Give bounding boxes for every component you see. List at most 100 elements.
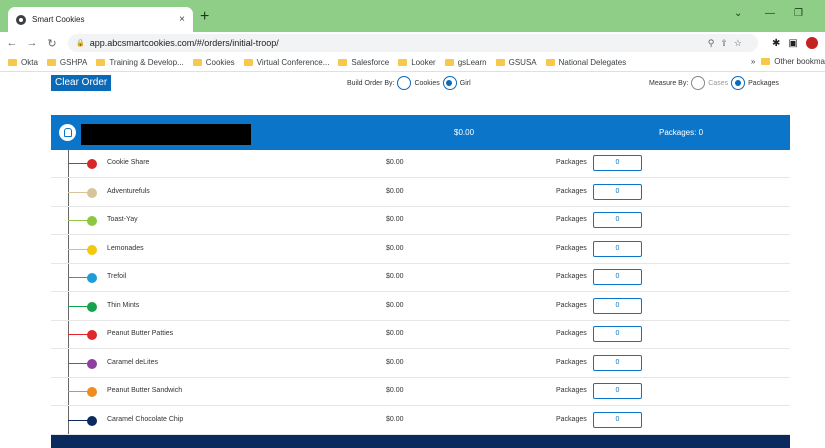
cookie-color-dot-icon xyxy=(87,187,97,198)
back-icon[interactable]: ← xyxy=(4,37,20,49)
folder-icon xyxy=(243,59,253,66)
bookmark-virtual-conference[interactable]: Virtual Conference... xyxy=(243,58,329,67)
packages-label: Packages xyxy=(556,244,587,252)
packages-quantity-input[interactable]: 0 xyxy=(593,383,642,399)
zoom-icon[interactable]: ⚲ xyxy=(708,38,721,48)
browser-toolbar: ✱ ▣ xyxy=(772,37,818,49)
cookie-color-dot-icon xyxy=(87,216,97,226)
bookmark-gshpa[interactable]: GSHPA xyxy=(46,58,87,67)
packages-label: Packages xyxy=(556,387,587,394)
packages-quantity-input[interactable]: 0 xyxy=(593,240,642,257)
cookie-price: $0.00 xyxy=(386,358,404,366)
bookmark-salesforce[interactable]: Salesforce xyxy=(338,58,389,67)
packages-label: Packages xyxy=(556,159,587,166)
cookie-name: Thin Mints xyxy=(107,301,140,309)
packages-quantity-input[interactable]: 0 xyxy=(593,411,642,428)
cookie-color-dot-icon xyxy=(87,244,97,255)
packages-quantity-input[interactable]: 0 xyxy=(593,326,642,342)
packages-quantity-input[interactable]: 0 xyxy=(593,183,642,200)
cookie-row: Trefoil $0.00 Packages 0 xyxy=(51,264,790,292)
minimize-icon[interactable]: — xyxy=(765,8,775,19)
cookie-color-dot-icon xyxy=(87,273,97,283)
troop-total: $0.00 xyxy=(454,128,475,137)
profile-avatar-icon[interactable] xyxy=(805,37,818,49)
cookie-color-dot-icon xyxy=(87,159,97,169)
side-panel-icon[interactable]: ▣ xyxy=(788,38,797,49)
row-connector xyxy=(68,391,88,392)
totals-footer-bar xyxy=(51,435,790,448)
build-by-girl-radio[interactable] xyxy=(442,76,457,90)
packages-quantity-input[interactable]: 0 xyxy=(593,269,642,285)
cookie-row: Lemonades $0.00 Packages 0 xyxy=(51,236,790,264)
extensions-icon[interactable]: ✱ xyxy=(772,38,780,49)
troop-header[interactable]: $0.00 Packages: 0 ︿ xyxy=(51,115,805,150)
cookie-color-dot-icon xyxy=(87,415,97,426)
folder-icon xyxy=(8,59,17,66)
cookie-price: $0.00 xyxy=(386,273,404,280)
cookie-color-dot-icon xyxy=(87,301,97,312)
build-order-by-label: Build Order By: xyxy=(347,79,395,87)
bookmark-cookies[interactable]: Cookies xyxy=(192,58,235,67)
cookie-name: Toast-Yay xyxy=(107,216,138,223)
folder-icon xyxy=(338,59,348,66)
omnibox-actions: ⚲⇪☆ xyxy=(708,38,748,49)
cookie-name: Caramel deLites xyxy=(107,358,158,366)
restore-icon[interactable]: ❐ xyxy=(794,8,803,19)
chevron-up-icon[interactable]: ︿ xyxy=(793,123,805,140)
cookie-name: Adventurefuls xyxy=(107,187,150,195)
cookie-name: Peanut Butter Patties xyxy=(107,330,174,337)
build-order-by-group: Build Order By: Cookies Girl xyxy=(347,76,471,90)
reload-icon[interactable]: ↻ xyxy=(44,37,60,50)
packages-quantity-input[interactable]: 0 xyxy=(593,212,642,228)
bookmark-looker[interactable]: Looker xyxy=(398,58,436,67)
browser-tab[interactable]: Smart Cookies × xyxy=(8,7,193,32)
build-by-cookies-radio[interactable] xyxy=(397,76,412,90)
cookie-row: Caramel Chocolate Chip $0.00 Packages 0 xyxy=(51,407,790,435)
cookie-row: Peanut Butter Sandwich $0.00 Packages 0 xyxy=(51,378,790,406)
row-connector xyxy=(68,220,88,221)
bookmark-other[interactable]: Other bookma xyxy=(761,57,825,66)
packages-quantity-input[interactable]: 0 xyxy=(593,297,642,314)
cookie-price: $0.00 xyxy=(386,387,404,394)
packages-quantity-input[interactable]: 0 xyxy=(593,354,642,371)
cookie-name: Lemonades xyxy=(107,244,144,252)
row-connector xyxy=(68,191,88,193)
bookmark-star-icon[interactable]: ☆ xyxy=(734,38,748,48)
row-connector xyxy=(68,419,88,421)
bookmarks-overflow: » Other bookma xyxy=(746,57,825,66)
url-field[interactable]: 🔒 app.abcsmartcookies.com/#/orders/initi… xyxy=(68,34,758,52)
folder-icon xyxy=(761,58,771,65)
measure-by-label: Measure By: xyxy=(649,79,689,87)
clear-order-button[interactable]: Clear Order xyxy=(51,75,112,91)
cookie-row: Adventurefuls $0.00 Packages 0 xyxy=(51,179,790,207)
packages-quantity-input[interactable]: 0 xyxy=(593,155,642,171)
bookmark-gslearn[interactable]: gsLearn xyxy=(444,58,487,67)
packages-label: Packages xyxy=(556,330,587,337)
cookie-row: Cookie Share $0.00 Packages 0 xyxy=(51,150,790,178)
bookmarks-more-icon[interactable]: » xyxy=(751,57,755,66)
forward-icon[interactable]: → xyxy=(24,37,40,49)
tab-search-chevron-icon[interactable]: ⌄ xyxy=(734,8,742,19)
share-icon[interactable]: ⇪ xyxy=(720,38,734,48)
cookie-name: Cookie Share xyxy=(107,159,150,166)
bookmark-gsusa[interactable]: GSUSA xyxy=(495,58,537,67)
cookie-name: Peanut Butter Sandwich xyxy=(107,387,183,394)
new-tab-button[interactable]: + xyxy=(200,9,209,25)
measure-cases-radio[interactable] xyxy=(691,76,706,90)
build-by-girl-label: Girl xyxy=(459,79,471,87)
bookmark-okta[interactable]: Okta xyxy=(8,58,38,67)
bookmarks-bar: Okta GSHPA Training & Develop... Cookies… xyxy=(0,54,825,72)
cookie-price: $0.00 xyxy=(386,187,404,195)
url-text: app.abcsmartcookies.com/#/orders/initial… xyxy=(89,38,279,48)
build-by-cookies-label: Cookies xyxy=(414,79,440,87)
browser-tab-bar: Smart Cookies × + ⌄ — ❐ xyxy=(0,0,825,32)
tab-close-icon[interactable]: × xyxy=(179,14,185,25)
bookmark-national-delegates[interactable]: National Delegates xyxy=(545,58,626,67)
redacted-troop-name xyxy=(81,124,251,145)
cookie-price: $0.00 xyxy=(386,159,404,166)
measure-packages-radio[interactable] xyxy=(731,76,746,90)
order-page: Clear Order Build Order By: Cookies Girl… xyxy=(0,72,825,448)
cookie-name: Trefoil xyxy=(107,273,127,280)
troop-packages: Packages: 0 xyxy=(659,128,704,137)
bookmark-training[interactable]: Training & Develop... xyxy=(96,58,184,67)
